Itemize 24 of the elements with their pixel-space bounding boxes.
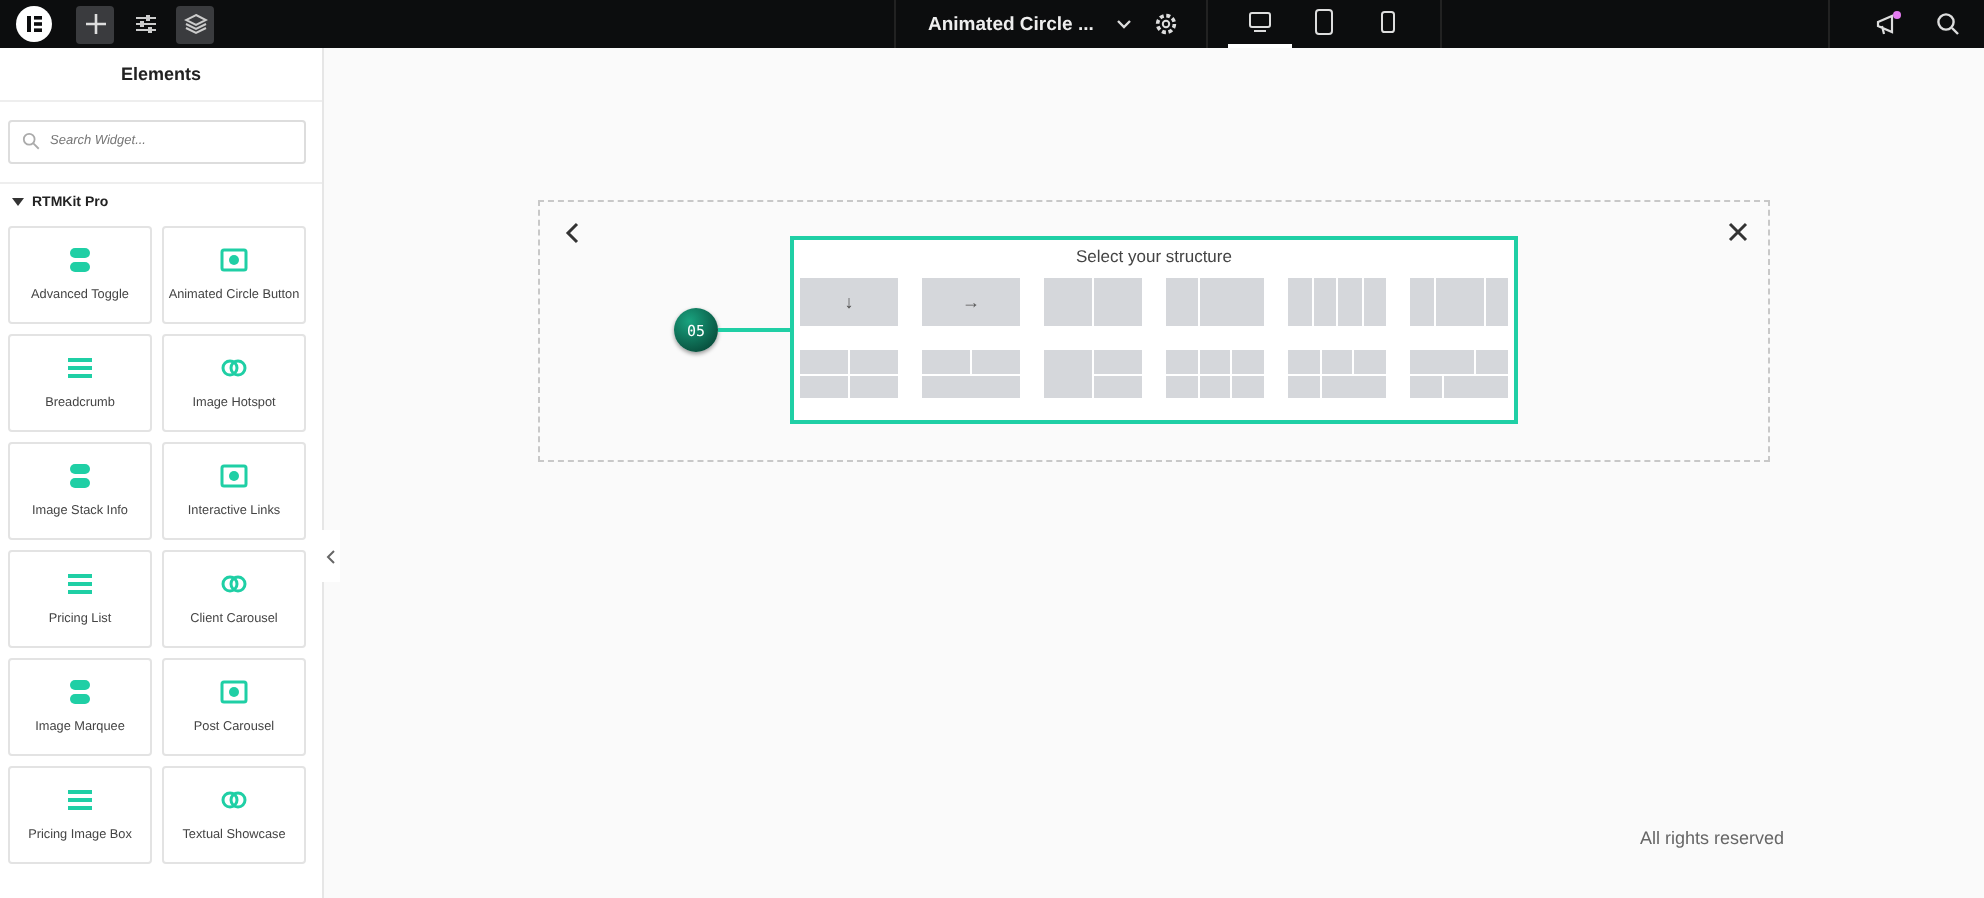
search-icon	[22, 132, 40, 150]
panel-title: Elements	[0, 48, 322, 102]
settings-icon[interactable]	[1153, 12, 1178, 36]
chevron-down-icon[interactable]	[1113, 14, 1134, 34]
back-icon[interactable]	[564, 222, 580, 244]
layers-icon[interactable]	[176, 5, 214, 43]
widget-icon	[64, 676, 96, 709]
footer-text: All rights reserved	[1639, 828, 1784, 848]
widget-icon	[218, 676, 250, 709]
widget-icon	[64, 460, 96, 493]
caret-icon	[12, 196, 24, 208]
widget-icon	[64, 244, 96, 277]
close-icon[interactable]	[1728, 222, 1748, 244]
widget-icon	[218, 244, 250, 277]
logo-icon[interactable]	[16, 6, 52, 42]
search-icon[interactable]	[1936, 12, 1960, 36]
add-icon[interactable]	[76, 5, 114, 43]
picker-title: Select your structure	[1076, 246, 1232, 266]
structure-option[interactable]: →	[922, 278, 1020, 326]
document-title[interactable]: Animated Circle ...	[928, 13, 1094, 35]
collapse-handle[interactable]	[322, 530, 340, 582]
structure-option[interactable]: ↓	[800, 278, 898, 326]
widget-icon	[218, 460, 250, 493]
announcement-icon[interactable]	[1874, 10, 1902, 38]
